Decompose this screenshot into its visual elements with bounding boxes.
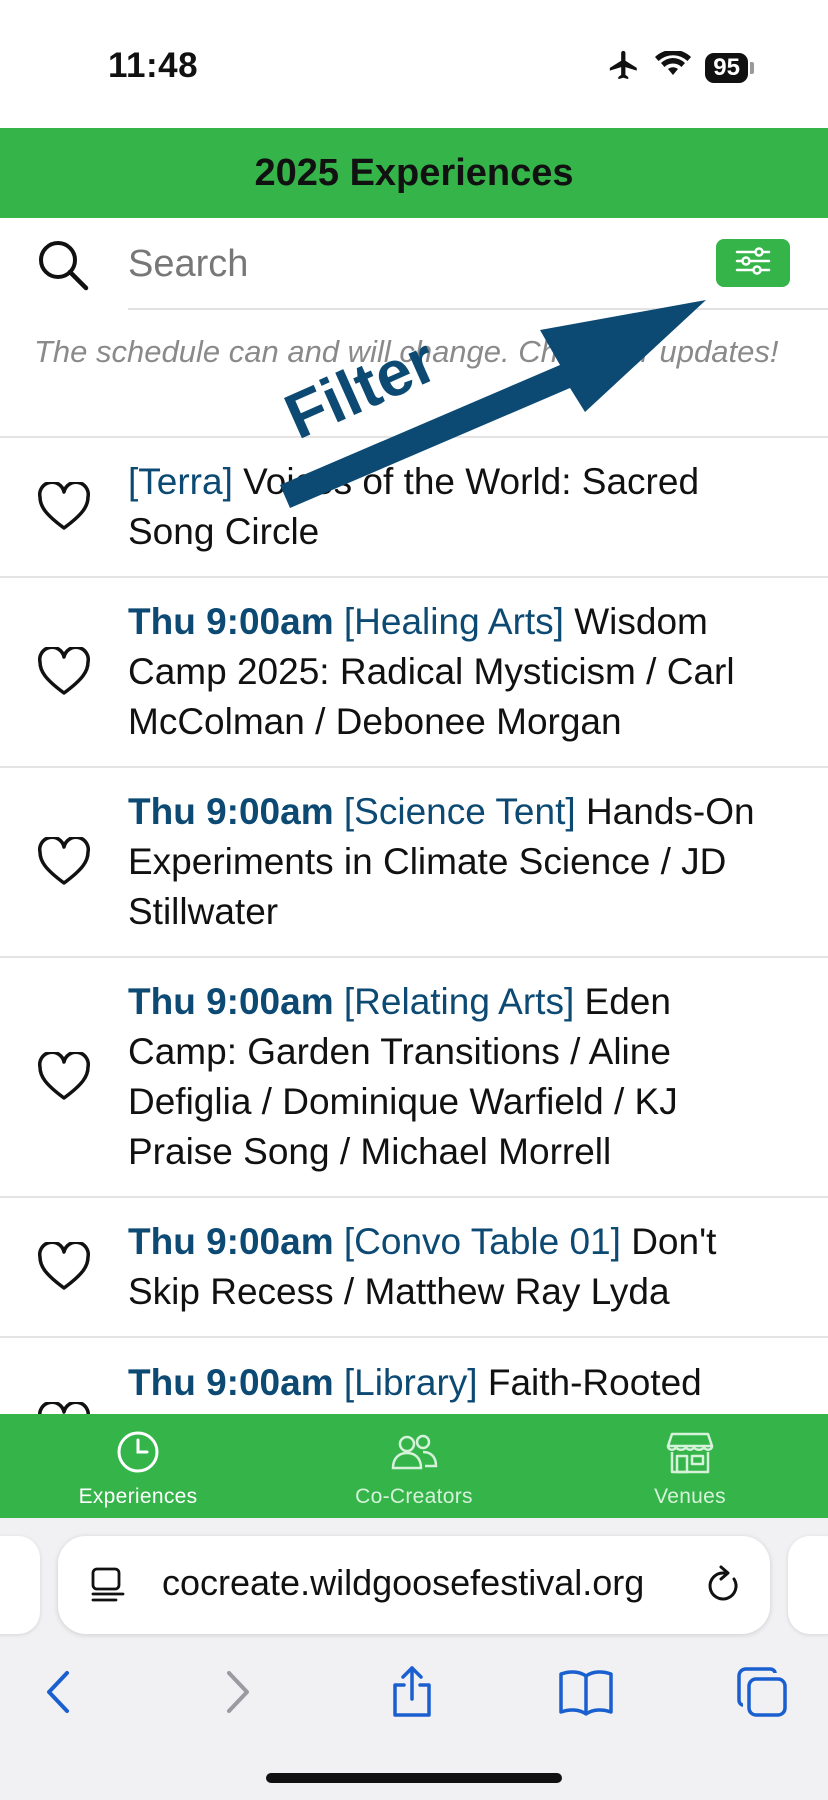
experience-venue: [Healing Arts] (343, 601, 564, 642)
experience-text: [Terra] Voices of the World: Sacred Song… (128, 457, 828, 557)
experience-venue: [Terra] (128, 461, 233, 502)
page-title: 2025 Experiences (254, 151, 574, 194)
experience-time: Thu 9:00am (128, 601, 334, 642)
favorite-heart-icon[interactable] (0, 1358, 128, 1414)
chevron-left-icon (43, 1669, 73, 1720)
experience-text: Thu 9:00am [Library] Faith-Rooted (128, 1358, 828, 1408)
experience-venue: [Library] (343, 1362, 478, 1403)
next-tab-preview[interactable] (788, 1536, 828, 1634)
experience-time: Thu 9:00am (128, 1362, 334, 1403)
tab-label: Co-Creators (355, 1485, 473, 1508)
schedule-notice: The schedule can and will change. Check … (34, 334, 779, 369)
browser-nav-row (0, 1654, 828, 1744)
favorite-heart-icon[interactable] (0, 482, 128, 532)
share-button[interactable] (372, 1654, 452, 1734)
reload-icon[interactable] (704, 1563, 744, 1612)
bottom-tab-bar: Experiences Co-Creators Venues (0, 1414, 828, 1518)
experience-text: Thu 9:00am [Science Tent] Hands-On Exper… (128, 787, 828, 937)
browser-toolbar: cocreate.wildgoosefestival.org (0, 1518, 828, 1800)
tab-venues[interactable]: Venues (552, 1414, 828, 1518)
list-item[interactable]: [Terra] Voices of the World: Sacred Song… (0, 438, 828, 578)
experience-time: Thu 9:00am (128, 981, 334, 1022)
wifi-icon (655, 49, 692, 84)
experience-title: Faith-Rooted (487, 1362, 702, 1403)
experience-time: Thu 9:00am (128, 791, 334, 832)
search-bar (0, 218, 828, 310)
book-icon (557, 1668, 615, 1721)
chevron-right-icon (223, 1669, 253, 1720)
status-time: 11:48 (108, 46, 199, 85)
experience-venue: [Science Tent] (343, 791, 576, 832)
search-icon[interactable] (36, 238, 90, 292)
search-underline (128, 308, 828, 310)
tabs-button[interactable] (722, 1654, 802, 1734)
status-icons: 95 (607, 48, 754, 87)
experience-list[interactable]: [Terra] Voices of the World: Sacred Song… (0, 438, 828, 1414)
experience-text: Thu 9:00am [Convo Table 01] Don't Skip R… (128, 1217, 828, 1317)
people-icon (389, 1430, 439, 1479)
address-bar[interactable]: cocreate.wildgoosefestival.org (58, 1536, 770, 1634)
search-input[interactable] (128, 236, 688, 292)
list-item[interactable]: Thu 9:00am [Relating Arts] Eden Camp: Ga… (0, 958, 828, 1198)
battery-level: 95 (705, 52, 748, 83)
tab-label: Experiences (78, 1485, 198, 1508)
experience-venue: [Convo Table 01] (343, 1221, 621, 1262)
url-text[interactable]: cocreate.wildgoosefestival.org (162, 1562, 702, 1610)
tab-label: Venues (654, 1485, 726, 1508)
tab-experiences[interactable]: Experiences (0, 1414, 276, 1518)
experience-text: Thu 9:00am [Relating Arts] Eden Camp: Ga… (128, 977, 828, 1177)
list-item[interactable]: Thu 9:00am [Convo Table 01] Don't Skip R… (0, 1198, 828, 1338)
tab-co-creators[interactable]: Co-Creators (276, 1414, 552, 1518)
share-icon (389, 1665, 435, 1724)
page-menu-icon[interactable] (88, 1565, 128, 1610)
list-item[interactable]: Thu 9:00am [Library] Faith-Rooted (0, 1338, 828, 1414)
list-item[interactable]: Thu 9:00am [Healing Arts] Wisdom Camp 20… (0, 578, 828, 768)
favorite-heart-icon[interactable] (0, 647, 128, 697)
favorite-heart-icon[interactable] (0, 1242, 128, 1292)
list-item[interactable]: Thu 9:00am [Science Tent] Hands-On Exper… (0, 768, 828, 958)
favorite-heart-icon[interactable] (0, 837, 128, 887)
tabs-icon (735, 1665, 789, 1724)
sliders-icon (733, 246, 773, 281)
back-button[interactable] (18, 1654, 98, 1734)
bookmarks-button[interactable] (546, 1654, 626, 1734)
airplane-icon (607, 48, 641, 87)
clock-icon (116, 1430, 160, 1479)
status-bar: 11:48 95 (0, 0, 828, 128)
battery-cap (750, 61, 754, 74)
filter-button[interactable] (716, 239, 790, 287)
storefront-icon (666, 1430, 714, 1479)
app-header: 2025 Experiences (0, 128, 828, 218)
home-indicator (266, 1773, 562, 1783)
previous-tab-preview[interactable] (0, 1536, 40, 1634)
experience-time: Thu 9:00am (128, 1221, 334, 1262)
favorite-heart-icon[interactable] (0, 1052, 128, 1102)
forward-button[interactable] (198, 1654, 278, 1734)
experience-text: Thu 9:00am [Healing Arts] Wisdom Camp 20… (128, 597, 828, 747)
experience-venue: [Relating Arts] (343, 981, 575, 1022)
